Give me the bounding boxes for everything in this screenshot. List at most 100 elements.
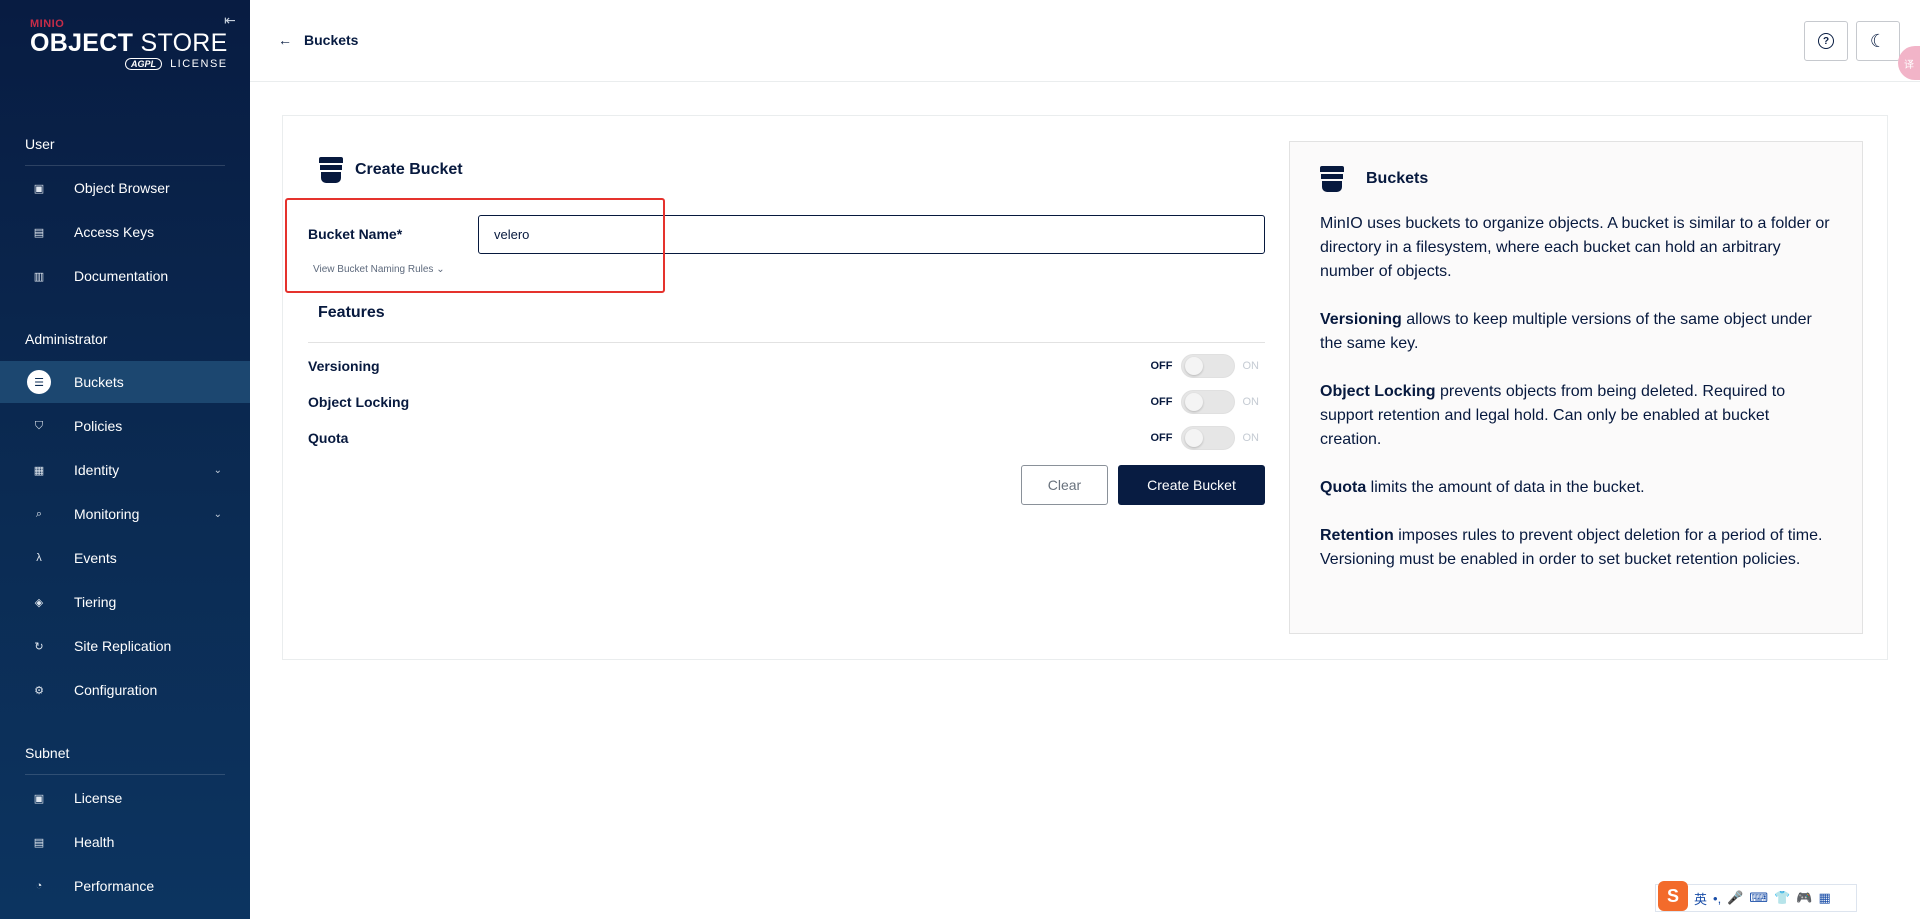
help-intro: MinIO uses buckets to organize objects. … — [1320, 215, 1830, 280]
feature-label: Object Locking — [308, 394, 410, 410]
help-button[interactable]: ? — [1804, 21, 1848, 61]
arrow-left-icon: ← — [278, 32, 292, 48]
feature-label: Versioning — [308, 358, 380, 374]
quota-toggle[interactable]: OFF ON — [1150, 426, 1260, 450]
sidebar-item-label: Policies — [74, 418, 123, 434]
sidebar-item-events[interactable]: λ Events — [0, 537, 250, 579]
help-versioning: Versioning allows to keep multiple versi… — [1320, 308, 1832, 356]
sogou-logo-icon[interactable]: S — [1658, 881, 1688, 911]
toggle-track[interactable] — [1180, 390, 1235, 414]
buckets-help-box: Buckets MinIO uses buckets to organize o… — [1289, 141, 1863, 634]
minio-logo[interactable]: MINIO OBJECT STORE AGPL LICENSE — [30, 18, 228, 70]
bucket-name-label: Bucket Name* — [308, 226, 403, 242]
back-to-buckets-link[interactable]: ← Buckets — [278, 32, 358, 48]
bucket-name-input[interactable] — [478, 215, 1265, 254]
sidebar-item-label: Health — [74, 834, 115, 850]
sidebar-item-buckets[interactable]: ☰ Buckets — [0, 361, 250, 403]
sidebar-item-tiering[interactable]: ◈ Tiering — [0, 581, 250, 623]
feature-label: Quota — [308, 430, 349, 446]
section-administrator: Administrator — [25, 331, 108, 347]
object-browser-icon: ▣ — [33, 182, 45, 195]
feature-row-versioning: Versioning OFF ON — [308, 354, 1265, 378]
sidebar-item-label: Tiering — [74, 594, 117, 610]
toggle-track[interactable] — [1180, 354, 1235, 378]
ime-language-toggle[interactable]: 英 — [1694, 889, 1707, 908]
access-keys-icon: ▤ — [33, 226, 45, 239]
health-icon: ▤ — [33, 836, 45, 849]
back-link-label: Buckets — [304, 32, 359, 48]
translate-icon[interactable]: 译 — [1898, 46, 1920, 80]
sidebar-item-documentation[interactable]: ▥ Documentation — [0, 255, 250, 297]
toggle-knob — [1184, 429, 1203, 447]
sidebar-item-performance[interactable]: ◔ Performance — [0, 865, 250, 907]
toggle-on-label: ON — [1242, 396, 1260, 408]
clear-button[interactable]: Clear — [1021, 465, 1108, 505]
bucket-icon — [1320, 166, 1344, 192]
layers-icon: ◈ — [34, 596, 44, 609]
help-text: limits the amount of data in the bucket. — [1366, 479, 1645, 496]
sidebar-item-label: Configuration — [74, 682, 158, 698]
gauge-icon: ◔ — [35, 880, 43, 892]
logo-license: AGPL LICENSE — [30, 58, 228, 70]
bucket-icon: ☰ — [27, 370, 51, 394]
create-bucket-title: Create Bucket — [355, 161, 463, 178]
top-bar: ← Buckets ? ☾ 译 — [250, 0, 1920, 82]
lambda-icon: λ — [36, 552, 42, 564]
question-icon: ? — [1818, 33, 1834, 49]
section-divider — [25, 774, 225, 775]
microphone-icon[interactable]: 🎤 — [1727, 890, 1743, 906]
sidebar-item-label: Performance — [74, 878, 155, 894]
gamepad-icon[interactable]: 🎮 — [1796, 890, 1812, 906]
toggle-on-label: ON — [1242, 360, 1260, 372]
sidebar-item-label: License — [74, 790, 123, 806]
help-text: imposes rules to prevent object deletion… — [1320, 527, 1823, 568]
object-locking-toggle[interactable]: OFF ON — [1150, 390, 1260, 414]
sidebar-item-label: Object Browser — [74, 180, 170, 196]
moon-icon: ☾ — [1869, 30, 1887, 51]
sidebar-item-configuration[interactable]: ⚙ Configuration — [0, 669, 250, 711]
sidebar-item-label: Access Keys — [74, 224, 155, 240]
help-term: Quota — [1320, 479, 1367, 496]
sidebar-item-object-browser[interactable]: ▣ Object Browser — [0, 167, 250, 209]
sidebar-item-health[interactable]: ▤ Health — [0, 821, 250, 863]
help-header: Buckets — [1320, 166, 1832, 192]
features-title: Features — [318, 304, 385, 321]
collapse-sidebar-icon[interactable]: ⇤ — [224, 12, 236, 29]
sidebar-item-policies[interactable]: ⛉ Policies — [0, 405, 250, 447]
help-quota: Quota limits the amount of data in the b… — [1320, 476, 1832, 500]
logo-product-bold: OBJECT — [30, 29, 134, 57]
id-card-icon: ▦ — [33, 464, 45, 477]
shield-icon: ⛉ — [34, 419, 44, 432]
toggle-off-label: OFF — [1150, 432, 1173, 444]
sync-icon: ↻ — [34, 640, 44, 653]
chevron-down-icon[interactable]: ⌄ — [214, 465, 222, 476]
toggle-track[interactable] — [1180, 426, 1235, 450]
feature-row-quota: Quota OFF ON — [308, 426, 1265, 450]
sidebar-item-identity[interactable]: ▦ Identity ⌄ — [0, 449, 250, 491]
sidebar-item-label: Buckets — [74, 374, 124, 390]
bucket-icon — [319, 157, 343, 183]
toggle-on-label: ON — [1242, 432, 1260, 444]
sidebar-item-monitoring[interactable]: ⌕ Monitoring ⌄ — [0, 493, 250, 535]
versioning-toggle[interactable]: OFF ON — [1151, 354, 1260, 378]
create-bucket-button[interactable]: Create Bucket — [1118, 465, 1265, 505]
section-subnet: Subnet — [25, 745, 70, 761]
license-text: LICENSE — [170, 58, 228, 70]
ime-punctuation-icon[interactable]: •, — [1713, 891, 1721, 906]
help-term: Versioning — [1320, 311, 1402, 328]
view-naming-rules-link[interactable]: View Bucket Naming Rules ⌄ — [313, 264, 445, 275]
chevron-down-icon[interactable]: ⌄ — [214, 509, 222, 520]
logo-product: OBJECT STORE — [30, 30, 228, 56]
dark-mode-button[interactable]: ☾ — [1856, 21, 1900, 61]
keyboard-icon[interactable]: ⌨ — [1749, 890, 1768, 906]
sidebar-item-label: Identity — [74, 462, 120, 478]
section-divider — [25, 165, 225, 166]
toggle-off-label: OFF — [1150, 396, 1173, 408]
section-user: User — [25, 136, 55, 152]
help-retention: Retention imposes rules to prevent objec… — [1320, 524, 1832, 572]
skin-icon[interactable]: 👕 — [1774, 890, 1790, 906]
grid-icon[interactable]: ▦ — [1819, 890, 1831, 906]
sidebar-item-license[interactable]: ▣ License — [0, 777, 250, 819]
sidebar-item-access-keys[interactable]: ▤ Access Keys — [0, 211, 250, 253]
sidebar-item-site-replication[interactable]: ↻ Site Replication — [0, 625, 250, 667]
